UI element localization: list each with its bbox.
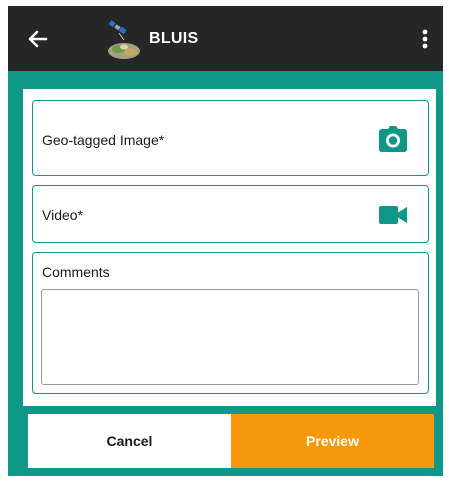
geo-image-label: Geo-tagged Image* [42,132,165,148]
comments-input[interactable] [41,289,419,385]
app-frame: BLUIS Geo-tagged Image* Video* Comments … [8,6,443,476]
video-camera-icon [379,206,407,224]
capture-video-button[interactable] [378,204,408,226]
preview-button[interactable]: Preview [231,414,434,468]
overflow-menu-button[interactable] [413,24,437,54]
satellite-logo-icon [102,18,146,62]
camera-icon [379,126,407,152]
more-vertical-icon [422,29,428,49]
app-bar: BLUIS [8,6,443,71]
video-label: Video* [42,207,84,223]
capture-image-button[interactable] [377,124,409,154]
geo-image-field: Geo-tagged Image* [32,100,429,176]
back-button[interactable] [22,24,52,54]
arrow-left-icon [28,30,48,48]
comments-label: Comments [42,264,110,280]
app-title: BLUIS [149,30,199,47]
video-field: Video* [32,185,429,243]
form-card: Geo-tagged Image* Video* Comments [23,89,436,406]
comments-field: Comments [32,252,429,394]
cancel-button[interactable]: Cancel [28,414,231,468]
